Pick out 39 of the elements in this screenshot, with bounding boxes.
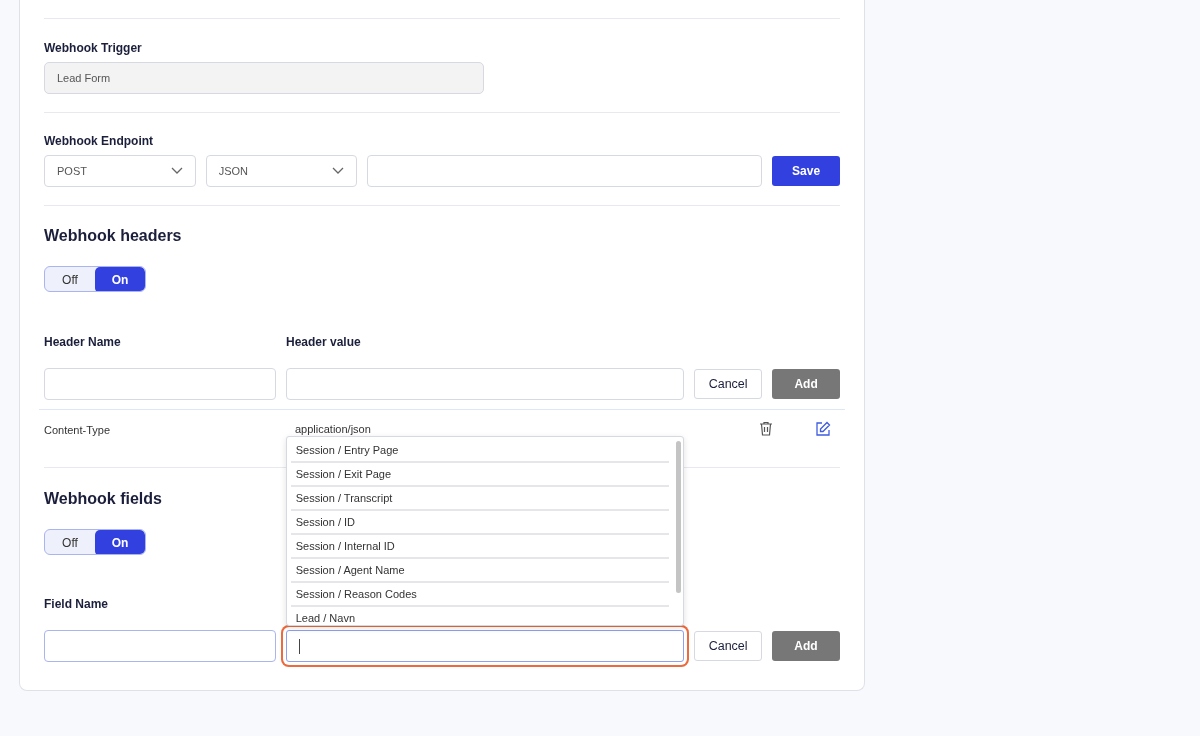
toggle-option[interactable]: Off	[45, 530, 95, 554]
dropdown-item[interactable]: Session / Entry Page	[290, 439, 670, 463]
cancel-button[interactable]: Cancel	[694, 369, 763, 399]
column-label: Field Name	[44, 597, 110, 611]
save-button[interactable]: Save	[772, 156, 840, 186]
dropdown-item[interactable]: Session / Internal ID	[290, 535, 670, 559]
field-label: Webhook Endpoint	[44, 134, 155, 148]
trash-icon[interactable]	[759, 421, 773, 436]
table-cell-text: application/json	[295, 422, 372, 435]
header-value-field[interactable]	[285, 368, 685, 400]
toggle-option[interactable]: On	[95, 530, 145, 554]
cancel-button[interactable]: Cancel	[694, 631, 763, 661]
scrollbar[interactable]	[676, 441, 682, 593]
add-button[interactable]: Add	[772, 369, 840, 399]
column-label: Header Name	[44, 335, 122, 349]
edit-icon[interactable]	[815, 420, 831, 437]
header-name-field[interactable]	[44, 368, 276, 400]
field-name-field[interactable]	[44, 630, 276, 662]
dropdown-item[interactable]: Session / Agent Name	[290, 559, 670, 583]
section-heading: Webhook fields	[44, 490, 162, 508]
column-label: Header value	[286, 335, 361, 349]
text-cursor	[298, 638, 300, 654]
section-heading: Webhook headers	[44, 227, 182, 245]
trigger-field: Lead Form	[44, 62, 484, 94]
toggle-option[interactable]: On	[95, 267, 145, 291]
dropdown-item[interactable]: Session / Exit Page	[290, 463, 670, 487]
dropdown-item[interactable]: Session / Reason Codes	[290, 583, 670, 607]
method-select[interactable]: POST	[44, 155, 196, 187]
url-field[interactable]	[367, 155, 763, 187]
format-select[interactable]: JSON	[205, 155, 358, 187]
dropdown-item[interactable]: Lead / Navn	[290, 607, 670, 625]
dropdown-item[interactable]: Session / ID	[290, 511, 670, 535]
field-label: Webhook Trigger	[44, 41, 143, 55]
toggle-option[interactable]: Off	[45, 267, 95, 291]
chevron-down-icon	[170, 167, 183, 175]
chevron-down-icon	[332, 167, 345, 175]
dropdown-item[interactable]: Session / Transcript	[290, 487, 670, 511]
add-button[interactable]: Add	[772, 631, 840, 661]
table-cell-text: Content-Type	[44, 422, 112, 436]
